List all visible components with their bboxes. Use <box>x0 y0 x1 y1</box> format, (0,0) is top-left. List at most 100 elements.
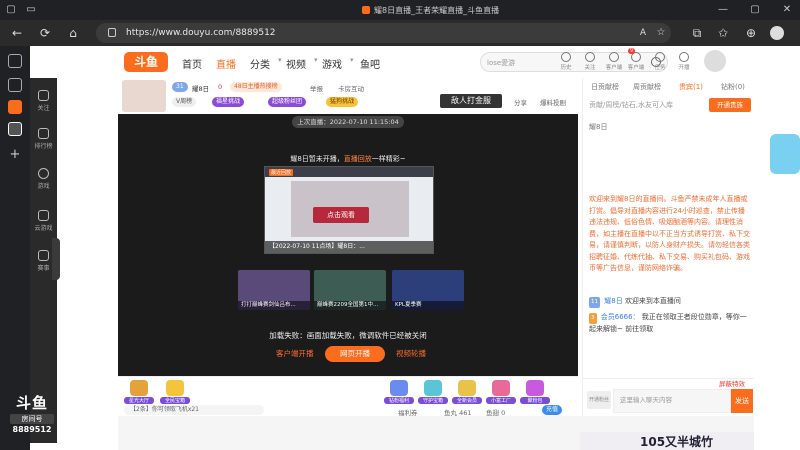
watch-replay-button[interactable]: 点击观看 <box>313 207 369 223</box>
video-carousel-button[interactable]: 视频轮播 <box>396 348 426 359</box>
anchor-avatar[interactable] <box>122 80 166 112</box>
side-ad-image[interactable] <box>770 134 800 174</box>
clip-button[interactable]: 爆料投剧 <box>540 97 566 107</box>
replay-link[interactable]: 直播回放 <box>344 155 372 163</box>
follow-button[interactable]: 关注 <box>580 52 600 71</box>
gift-item[interactable]: 小富工厂 <box>486 380 516 404</box>
gift-item[interactable]: 钻粉福利 <box>384 380 414 404</box>
chat-username[interactable]: 耀8日 <box>604 297 622 305</box>
report-link[interactable]: 举报 <box>310 83 323 93</box>
video-thumb-caption: KPL夏季赛 <box>392 301 464 310</box>
new-tab-icon[interactable]: + <box>8 148 22 162</box>
fortune-challenge-tag[interactable]: 福星挑战 <box>212 97 245 107</box>
gift-bar: 星光大厅 全民宝箱 钻粉福利 守护宝箱 全新会员 小富工厂 聚粉包 【2条】你可… <box>118 376 578 417</box>
offline-text: 耀8日暂未开播， <box>290 155 344 163</box>
fight-gold-button[interactable]: 敌人打金服 <box>440 94 502 108</box>
douyu-logo[interactable]: 斗鱼 <box>124 52 168 72</box>
tab-diamond-fans[interactable]: 钻粉(0) <box>721 82 745 92</box>
gift-hint[interactable]: 【2条】你可领取飞机x21 <box>124 405 264 415</box>
history-button[interactable]: 历史 <box>556 52 576 71</box>
tab-vip[interactable]: 贵宾(1) <box>679 82 703 92</box>
load-fail-message: 加载失败：画面加载失败，微调软件已经被关闭 <box>269 331 427 340</box>
vertical-tab-icon[interactable] <box>8 78 22 92</box>
video-thumb[interactable]: 巅峰赛2209全国第1中... <box>314 270 386 310</box>
notification-badge: 9 <box>628 48 636 54</box>
share-button[interactable]: 分享 <box>514 97 527 107</box>
maximize-icon[interactable]: ▢ <box>748 3 762 17</box>
super-fans-tag[interactable]: 超级粉丝团 <box>268 97 307 107</box>
anchor-name[interactable]: 耀8日 <box>192 83 209 93</box>
follow-icon <box>585 52 595 62</box>
close-icon[interactable]: ✕ <box>780 3 794 17</box>
broadcast-button[interactable]: 开播 <box>674 52 694 71</box>
video-player[interactable]: 上次直播：2022-07-10 11:15:04 耀8日暂未开播，直播回放一样精… <box>118 114 578 376</box>
douyu-tab-icon[interactable] <box>8 100 22 114</box>
mouse-icon <box>38 168 49 179</box>
recharge-button[interactable]: 充值 <box>542 405 563 415</box>
home-icon[interactable]: ⌂ <box>66 26 80 40</box>
nav-category[interactable]: 分类 <box>250 56 270 71</box>
web-live-button[interactable]: 网页开播 <box>325 346 385 362</box>
sidebar-item-follow[interactable]: 关注 <box>30 84 57 122</box>
tab-weekly-rank[interactable]: 周贡献榜 <box>633 82 661 92</box>
gift-item[interactable]: 全新会员 <box>452 380 482 404</box>
gift-item[interactable]: 全民宝箱 <box>160 380 190 404</box>
profile-icon[interactable]: ▢ <box>4 3 18 17</box>
video-thumb[interactable]: 打打巅峰赛剑仙吕布... <box>238 270 310 310</box>
bottom-ad-banner[interactable]: 105又半城竹 <box>580 432 754 450</box>
gift-item[interactable]: 星光大厅 <box>124 380 154 404</box>
nav-home[interactable]: 首页 <box>182 56 202 71</box>
client-live-button[interactable]: 客户端开播 <box>276 348 314 359</box>
user-avatar-icon[interactable] <box>770 26 784 40</box>
download-button[interactable]: 客户端 <box>604 52 624 71</box>
tab-title[interactable]: 耀8日直播_王者荣耀直播_斗鱼直播 <box>362 5 499 16</box>
task-button[interactable]: 任务 <box>650 52 670 71</box>
fans-week-tag[interactable]: V周榜 <box>172 97 197 107</box>
replay-card[interactable]: 最近回放 点击观看 【2022-07-10 11点场】耀8日：... <box>264 166 434 254</box>
offline-message: 耀8日暂未开播，直播回放一样精彩~ <box>118 154 578 164</box>
nav-fishbar[interactable]: 鱼吧 <box>360 56 380 71</box>
open-noble-button[interactable]: 开通贵族 <box>709 98 751 112</box>
minimize-icon[interactable]: — <box>716 3 730 17</box>
client-button[interactable]: 客户端 <box>626 52 646 71</box>
url-text: https://www.douyu.com/8889512 <box>126 28 276 38</box>
url-field[interactable]: https://www.douyu.com/8889512 A ☆ <box>96 23 671 43</box>
sidebar-item-ranking[interactable]: 排行榜 <box>30 122 57 160</box>
back-icon[interactable]: ← <box>10 26 24 40</box>
download-label: 客户端 <box>605 65 623 71</box>
sidebar-item-games[interactable]: 游戏 <box>30 162 57 200</box>
favorites-icon[interactable]: ✩ <box>716 26 730 40</box>
tab-list-icon[interactable] <box>8 54 22 68</box>
chat-username[interactable]: 会员6666： <box>601 313 640 321</box>
dog-challenge-tag[interactable]: 猛狗挑战 <box>326 97 359 107</box>
send-button[interactable]: 发送 <box>731 389 753 413</box>
open-fans-button[interactable]: 开通粉丝 <box>587 391 611 409</box>
refresh-icon[interactable]: ⟳ <box>38 26 52 40</box>
room-watermark: 斗鱼 房间号 8889512 <box>6 392 58 442</box>
nav-video[interactable]: 视频 <box>286 56 306 71</box>
task-icon <box>655 52 665 62</box>
favorite-star-icon[interactable]: ☆ <box>654 26 668 40</box>
sidebar-collapse-handle[interactable] <box>52 238 60 280</box>
sidebar-item-label: 游戏 <box>37 183 50 190</box>
tab-daily-rank[interactable]: 日贡献榜 <box>591 82 619 92</box>
anchor-hot: 0 <box>218 83 223 91</box>
video-thumb[interactable]: KPL夏季赛 <box>392 270 464 310</box>
history-label: 历史 <box>560 65 572 71</box>
user-avatar[interactable] <box>704 50 726 72</box>
nav-live[interactable]: 直播 <box>216 56 236 71</box>
collections-icon[interactable]: ⊕ <box>744 26 758 40</box>
gift-item[interactable]: 聚粉包 <box>520 380 550 404</box>
gift-item[interactable]: 守护宝箱 <box>418 380 448 404</box>
sidebar-item-cloud-games[interactable]: 云游戏 <box>30 204 57 242</box>
last-live-time: 上次直播：2022-07-10 11:15:04 <box>292 116 404 128</box>
read-aloud-icon[interactable]: A <box>636 26 650 40</box>
card-room-link[interactable]: 卡房互动 <box>338 83 364 93</box>
douyu-tab-active-icon[interactable] <box>8 122 22 136</box>
chat-input[interactable]: 这里输入聊天内容 <box>613 389 731 413</box>
tab-actions-icon[interactable]: ▭ <box>24 3 38 17</box>
task-label: 任务 <box>654 65 666 71</box>
nav-games[interactable]: 游戏 <box>322 56 342 71</box>
extensions-icon[interactable]: ⧉ <box>690 26 704 40</box>
hot-rank-tag[interactable]: 48日主播热搜榜 <box>230 82 282 92</box>
